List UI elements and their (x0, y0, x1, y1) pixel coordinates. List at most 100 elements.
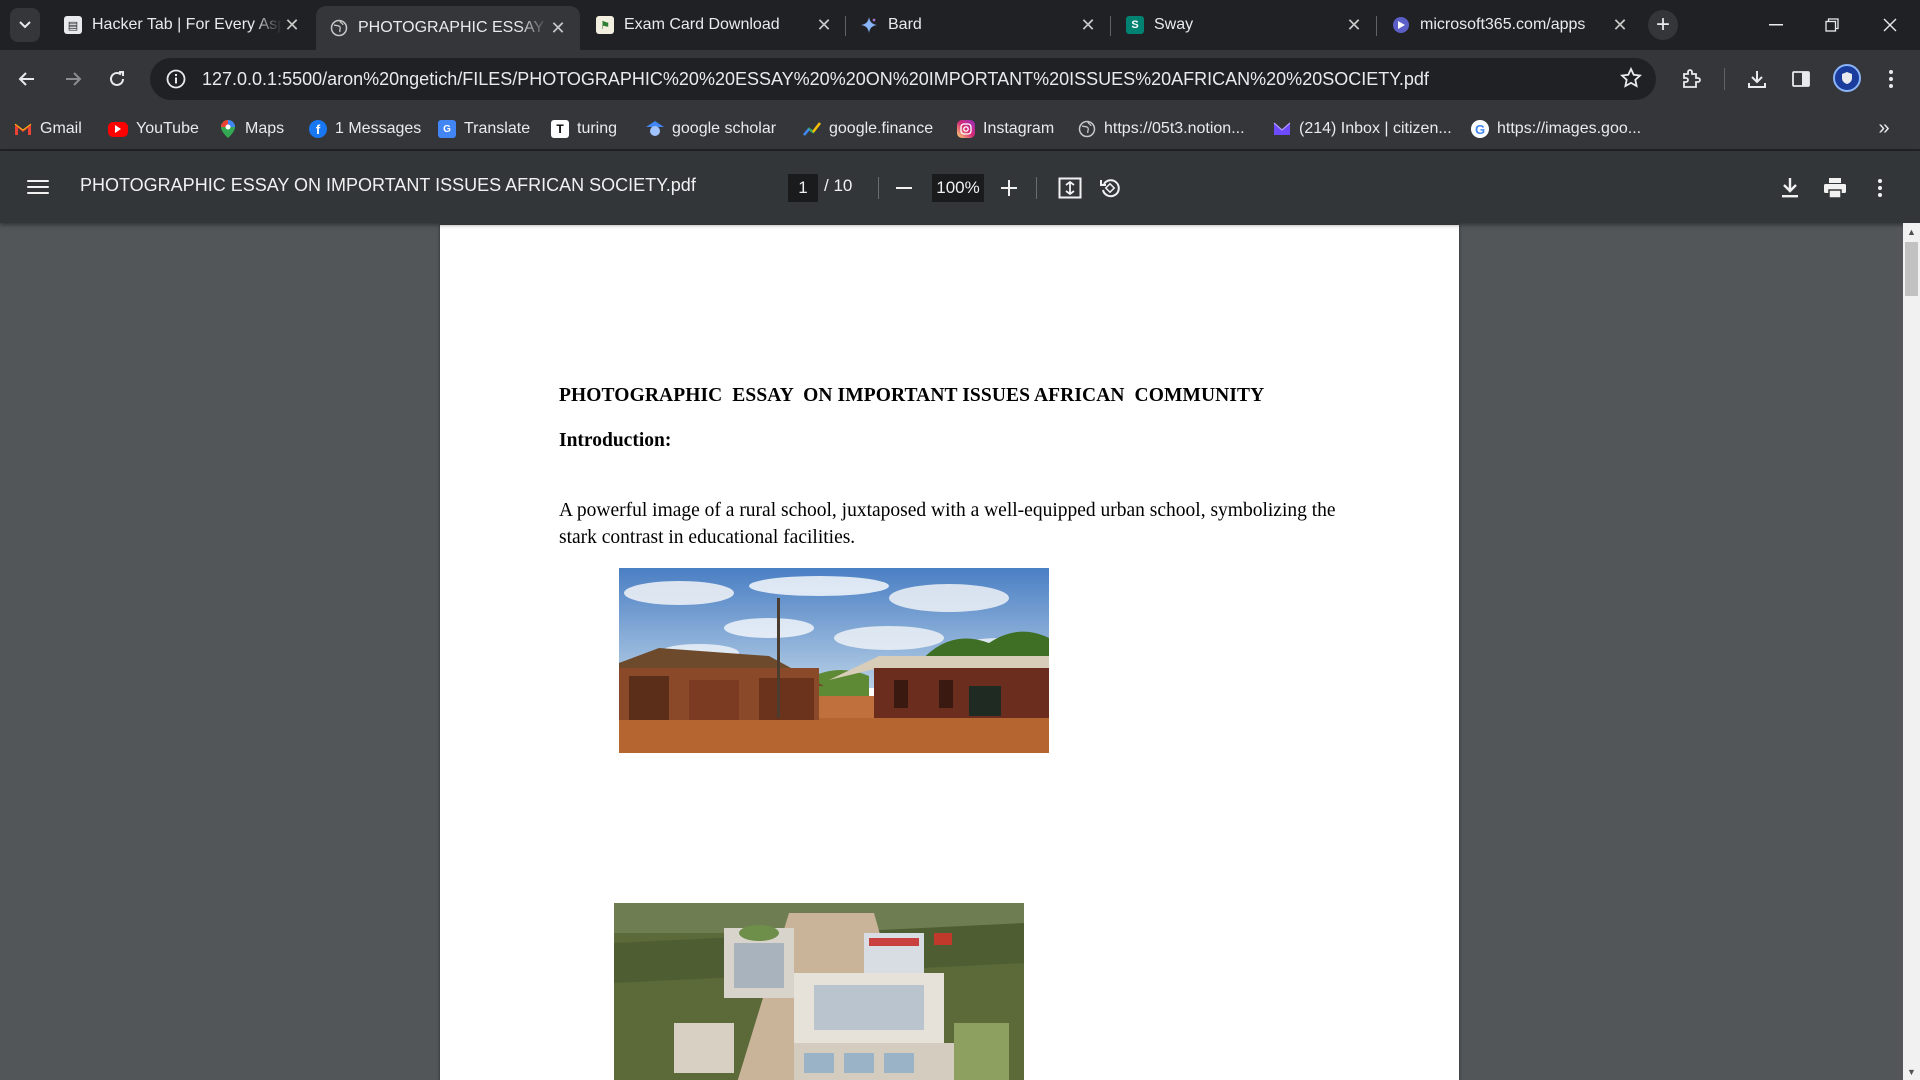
bookmark-notion[interactable]: https://05t3.notion... (1078, 116, 1245, 142)
hacker-tab-icon: ▤ (64, 16, 82, 34)
pdf-print-button[interactable] (1820, 173, 1850, 203)
tab-pdf-essay[interactable]: PHOTOGRAPHIC ESSAY ON IMPORTANT ISSUES A… (316, 6, 580, 50)
reload-icon (110, 71, 124, 86)
bookmark-instagram[interactable]: Instagram (957, 116, 1054, 142)
address-bar[interactable]: 127.0.0.1:5500/aron%20ngetich/FILES/PHOT… (150, 58, 1656, 100)
tab-title: PHOTOGRAPHIC ESSAY ON IMPORTANT ISSUES A… (358, 19, 548, 36)
close-tab-icon[interactable]: ✕ (1078, 15, 1098, 35)
chevron-double-right-icon: » (1878, 116, 1890, 139)
bookmark-turing[interactable]: T turing (551, 116, 617, 142)
rotate-counterclockwise-icon (1100, 179, 1120, 198)
toolbar-divider (1724, 68, 1725, 90)
close-tab-icon[interactable]: ✕ (1344, 15, 1364, 35)
bookmark-google-images[interactable]: G https://images.goo... (1471, 116, 1641, 142)
pdf-toolbar-divider (1036, 177, 1037, 199)
zoom-level-input[interactable]: 100% (932, 174, 984, 202)
menu-line (27, 180, 49, 182)
url-text[interactable]: 127.0.0.1:5500/aron%20ngetich/FILES/PHOT… (202, 69, 1429, 90)
bookmark-gmail[interactable]: Gmail (14, 116, 82, 142)
close-window-button[interactable] (1862, 0, 1918, 50)
more-vertical-icon (1878, 179, 1882, 197)
tab-hacker-tab[interactable]: ▤ Hacker Tab | For Every Aspiring Develo… (50, 6, 314, 44)
close-tab-icon[interactable]: ✕ (282, 15, 302, 35)
pdf-sidebar-menu-button[interactable] (24, 173, 52, 201)
instagram-icon (957, 120, 975, 138)
download-icon (1748, 71, 1766, 88)
tab-title: Bard (888, 16, 922, 33)
side-panel-icon (1792, 71, 1810, 87)
tab-title: Hacker Tab | For Every Aspiring Develope… (92, 16, 282, 33)
more-bookmarks-button[interactable]: » (1868, 112, 1900, 144)
bookmark-inbox[interactable]: (214) Inbox | citizen... (1273, 116, 1452, 142)
restore-button[interactable] (1804, 0, 1860, 50)
bookmark-youtube[interactable]: YouTube (108, 116, 199, 142)
sway-icon: S (1126, 16, 1144, 34)
forward-button[interactable] (56, 62, 90, 96)
tab-search-button[interactable] (10, 8, 40, 42)
tab-bard[interactable]: Bard ✕ (846, 6, 1110, 44)
globe-icon (330, 19, 348, 37)
scrollbar-thumb[interactable] (1905, 242, 1918, 296)
close-tab-icon[interactable]: ✕ (814, 15, 834, 35)
bookmark-star-icon[interactable] (1619, 66, 1643, 94)
scroll-up-arrow-icon[interactable]: ▲ (1903, 223, 1920, 240)
maps-icon (219, 120, 237, 138)
menu-line (27, 192, 49, 194)
pdf-viewport[interactable]: PHOTOGRAPHIC ESSAY ON IMPORTANT ISSUES A… (0, 223, 1920, 1080)
minimize-button[interactable] (1748, 0, 1804, 50)
bookmark-google-finance[interactable]: google.finance (803, 116, 933, 142)
profile-avatar[interactable] (1833, 64, 1861, 92)
proton-mail-icon (1273, 120, 1291, 138)
google-icon: G (1471, 120, 1489, 138)
tab-sway[interactable]: S Sway ✕ (1112, 6, 1376, 44)
back-button[interactable] (10, 62, 44, 96)
close-icon (1883, 18, 1897, 32)
bard-sparkle-icon (860, 16, 878, 34)
pdf-download-button[interactable] (1775, 173, 1805, 203)
downloads-button[interactable] (1740, 62, 1774, 96)
minus-icon (896, 187, 912, 189)
bookmark-translate[interactable]: G Translate (438, 116, 530, 142)
fit-page-icon (1058, 177, 1082, 199)
rotate-button[interactable] (1095, 173, 1125, 203)
bookmark-label: https://images.goo... (1497, 120, 1642, 137)
close-tab-icon[interactable]: ✕ (1610, 15, 1630, 35)
page-number-input[interactable]: 1 (788, 174, 818, 202)
bookmark-messages[interactable]: f 1 Messages (309, 116, 421, 142)
pdf-more-options-button[interactable] (1865, 173, 1895, 203)
fit-to-page-button[interactable] (1055, 173, 1085, 203)
google-scholar-icon (646, 120, 664, 138)
vertical-scrollbar[interactable]: ▲ ▼ (1903, 223, 1920, 1080)
tab-exam-card[interactable]: ⚑ Exam Card Download ✕ (582, 6, 846, 44)
puzzle-icon (1683, 69, 1701, 88)
new-tab-button[interactable]: + (1648, 10, 1678, 40)
pdf-toolbar: PHOTOGRAPHIC ESSAY ON IMPORTANT ISSUES A… (0, 151, 1920, 223)
urban-school-photo (614, 903, 1024, 1080)
google-finance-icon (803, 120, 821, 138)
arrow-right-icon (66, 72, 82, 86)
bookmark-label: Translate (464, 120, 531, 137)
youtube-icon (108, 121, 128, 137)
zoom-out-button[interactable] (889, 173, 919, 203)
tab-microsoft365[interactable]: microsoft365.com/apps ✕ (1378, 6, 1642, 44)
chrome-menu-button[interactable] (1874, 62, 1908, 96)
restore-icon (1825, 18, 1839, 32)
tab-title: Exam Card Download (624, 16, 780, 33)
menu-line (27, 186, 49, 188)
pdf-filename: PHOTOGRAPHIC ESSAY ON IMPORTANT ISSUES A… (80, 175, 696, 195)
globe-icon (1078, 120, 1096, 138)
bookmark-label: Maps (245, 120, 285, 137)
zoom-in-button[interactable] (994, 173, 1024, 203)
close-tab-icon[interactable]: ✕ (548, 18, 568, 38)
side-panel-button[interactable] (1784, 62, 1818, 96)
site-info-icon[interactable] (164, 67, 188, 91)
pdf-toolbar-divider (878, 177, 879, 199)
scroll-down-arrow-icon[interactable]: ▼ (1903, 1063, 1920, 1080)
reload-button[interactable] (100, 62, 134, 96)
bookmark-google-scholar[interactable]: google scholar (646, 116, 776, 142)
extensions-button[interactable] (1674, 62, 1708, 96)
document-title: PHOTOGRAPHIC ESSAY ON IMPORTANT ISSUES A… (559, 385, 1265, 406)
bookmark-maps[interactable]: Maps (219, 116, 284, 142)
bookmark-label: 1 Messages (335, 120, 422, 137)
introduction-paragraph: A powerful image of a rural school, juxt… (559, 500, 1336, 548)
